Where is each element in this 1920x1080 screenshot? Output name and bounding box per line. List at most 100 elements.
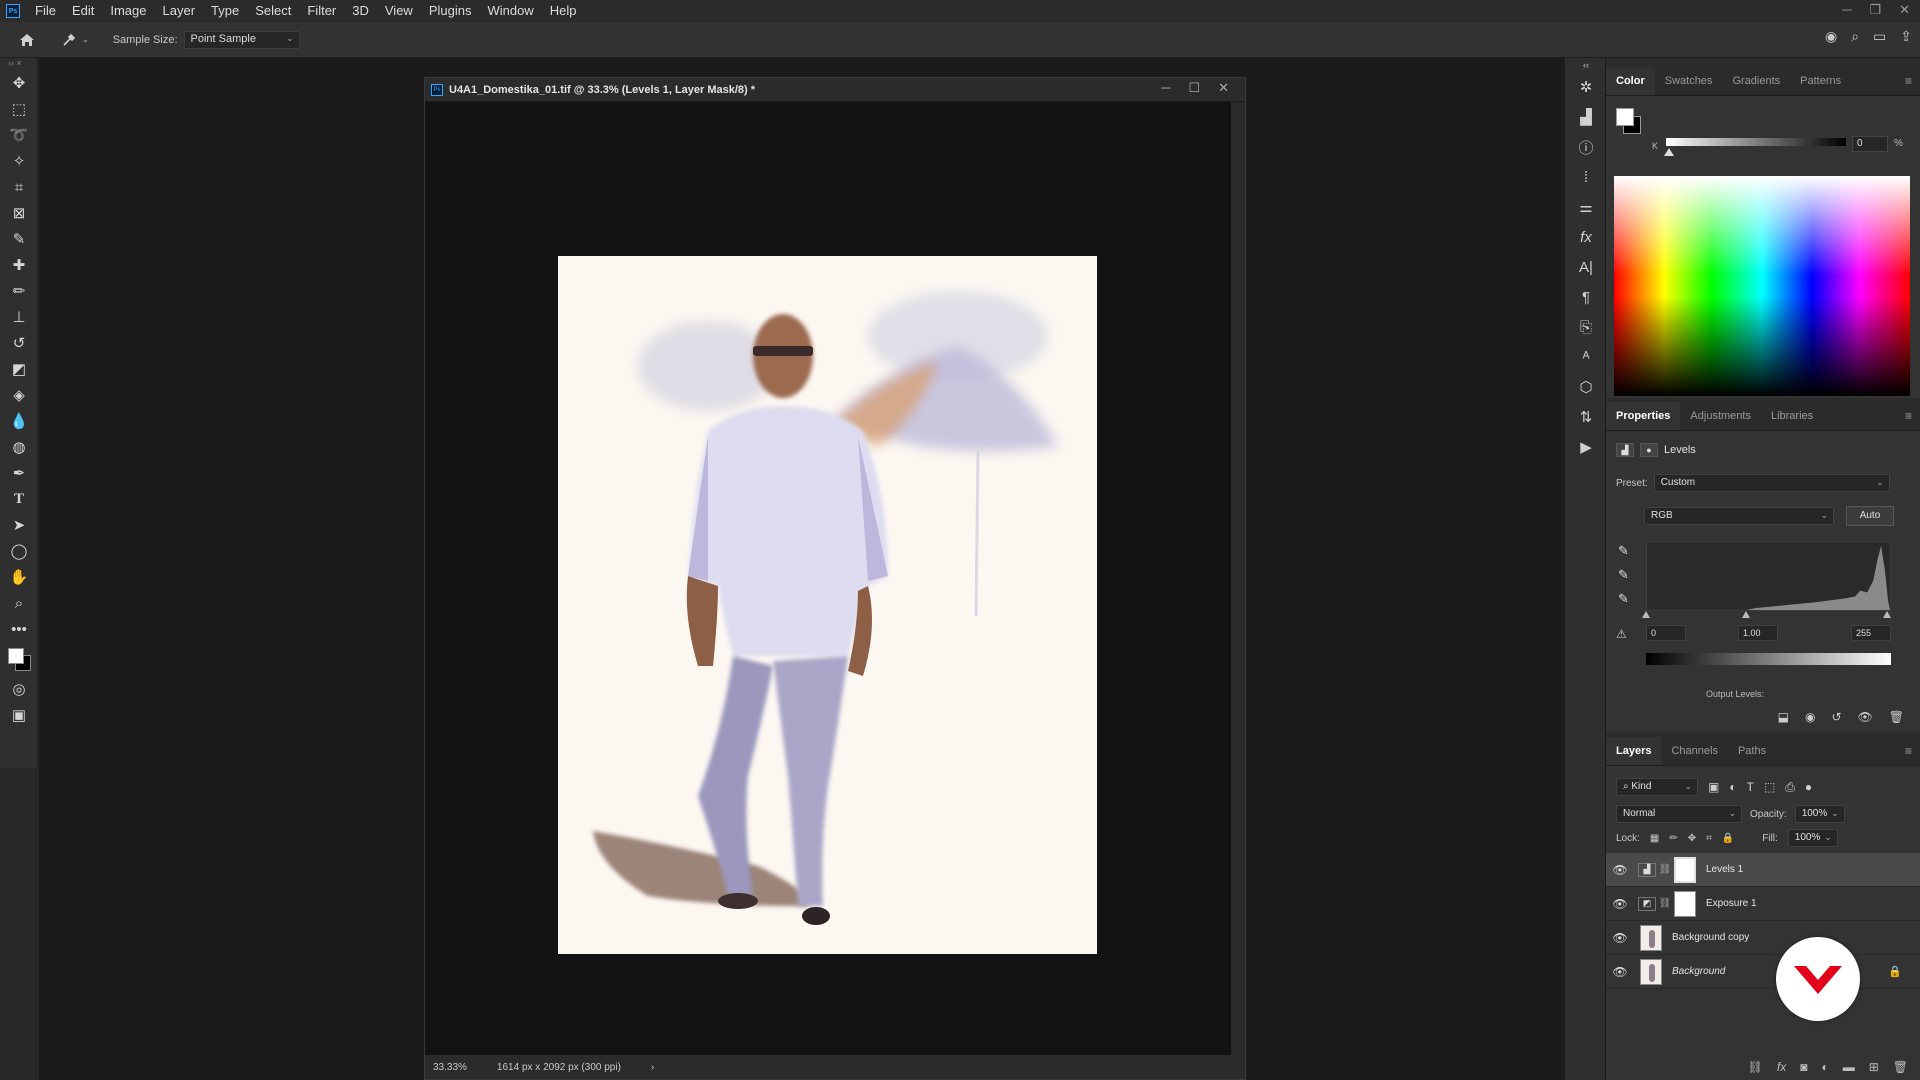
white-input-thumb[interactable] — [1883, 611, 1891, 618]
styles-fx-icon[interactable]: fx — [1565, 222, 1607, 252]
home-icon[interactable] — [12, 25, 42, 55]
quick-mask-icon[interactable]: ◎ — [0, 676, 38, 702]
menu-file[interactable]: File — [27, 0, 64, 22]
foreground-background-colors[interactable] — [0, 642, 38, 676]
chevron-right-icon[interactable]: › — [651, 1062, 654, 1073]
collapse-panels-icon[interactable]: ‹‹ — [1565, 58, 1607, 72]
layer-mask-thumbnail[interactable] — [1674, 890, 1696, 917]
output-levels-gradient[interactable] — [1646, 653, 1891, 665]
blur-tool-icon[interactable]: 💧 — [0, 408, 38, 434]
menu-window[interactable]: Window — [479, 0, 541, 22]
layer-mask-thumbnail[interactable] — [1674, 856, 1696, 883]
sample-size-select[interactable]: Point Sample ⌄ — [183, 30, 300, 49]
menu-filter[interactable]: Filter — [299, 0, 344, 22]
white-point-eyedropper-icon[interactable]: ✎ — [1618, 591, 1629, 607]
crop-tool-icon[interactable]: ⌗ — [0, 174, 38, 200]
input-gamma-field[interactable]: 1.00 — [1738, 625, 1778, 641]
stamp-tool-icon[interactable]: ⊥ — [0, 304, 38, 330]
link-chain-icon[interactable]: ⛓ — [1658, 898, 1672, 909]
k-value-field[interactable]: 0 — [1852, 136, 1888, 152]
layer-style-fx-icon[interactable]: fx — [1777, 1060, 1786, 1074]
foreground-color-swatch[interactable] — [8, 648, 24, 664]
menu-layer[interactable]: Layer — [155, 0, 204, 22]
search-icon[interactable]: ⌕ — [1851, 28, 1859, 45]
layer-name[interactable]: Background copy — [1672, 932, 1749, 943]
screen-mode-icon[interactable]: ▣ — [0, 702, 38, 728]
new-group-icon[interactable]: ▬ — [1843, 1060, 1855, 1074]
k-slider-thumb[interactable] — [1664, 148, 1674, 156]
path-selection-tool-icon[interactable]: ➤ — [0, 512, 38, 538]
history-brush-tool-icon[interactable]: ↺ — [0, 330, 38, 356]
link-chain-icon[interactable]: ⛓ — [1658, 864, 1672, 875]
close-icon[interactable]: ✕ — [1899, 0, 1910, 20]
3d-cube-icon[interactable]: ⬡ — [1565, 372, 1607, 402]
tab-layers[interactable]: Layers — [1606, 737, 1662, 765]
menu-view[interactable]: View — [377, 0, 421, 22]
trash-icon[interactable]: 🗑 — [1889, 710, 1904, 724]
tab-paths[interactable]: Paths — [1728, 737, 1776, 765]
maximize-icon[interactable]: ☐ — [1188, 80, 1200, 96]
tab-gradients[interactable]: Gradients — [1722, 67, 1790, 95]
link-layers-icon[interactable]: ⛓ — [1748, 1060, 1763, 1074]
view-previous-icon[interactable]: ◉ — [1805, 710, 1815, 724]
hand-tool-icon[interactable]: ✋ — [0, 564, 38, 590]
lock-pixels-icon[interactable]: ✏ — [1669, 833, 1677, 844]
menu-image[interactable]: Image — [102, 0, 154, 22]
black-point-eyedropper-icon[interactable]: ✎ — [1618, 543, 1629, 559]
delete-layer-icon[interactable]: 🗑 — [1893, 1060, 1908, 1074]
filter-type-icon[interactable]: T — [1747, 780, 1754, 794]
tab-adjustments[interactable]: Adjustments — [1680, 402, 1761, 430]
tab-properties[interactable]: Properties — [1606, 402, 1681, 430]
visibility-eye-icon[interactable]: 👁 — [1606, 931, 1634, 945]
auto-button[interactable]: Auto — [1846, 506, 1894, 526]
filter-adjustment-icon[interactable]: ◐ — [1729, 780, 1736, 794]
menu-type[interactable]: Type — [203, 0, 247, 22]
watercolor-artwork[interactable] — [558, 256, 1097, 954]
panel-menu-icon[interactable]: ≡ — [1905, 409, 1912, 423]
visibility-eye-icon[interactable]: 👁 — [1606, 897, 1634, 911]
visibility-eye-icon[interactable]: 👁 — [1606, 965, 1634, 979]
actions-play-icon[interactable]: ▶ — [1565, 432, 1607, 462]
navigator-icon[interactable]: ✲ — [1565, 72, 1607, 102]
zoom-tool-icon[interactable]: ⌕ — [0, 590, 38, 616]
type-tool-icon[interactable]: T — [0, 486, 38, 512]
panel-grip[interactable]: ›› × — [0, 58, 37, 70]
input-white-field[interactable]: 255 — [1851, 625, 1891, 641]
clipping-warning-icon[interactable]: ⚠ — [1616, 627, 1627, 641]
fill-field[interactable]: 100% ⌄ — [1787, 829, 1838, 847]
color-panel-swatches[interactable] — [1616, 108, 1646, 138]
restore-icon[interactable]: ❐ — [1869, 0, 1881, 20]
levels-icon[interactable]: ▟ — [1616, 443, 1634, 457]
paragraph-icon[interactable]: ¶ — [1565, 282, 1607, 312]
color-spectrum[interactable] — [1614, 176, 1910, 396]
lock-position-icon[interactable]: ✥ — [1688, 833, 1696, 844]
menu-help[interactable]: Help — [542, 0, 585, 22]
layer-row-exposure-1[interactable]: 👁 ◩ ⛓ Exposure 1 — [1606, 887, 1920, 921]
layer-row-background[interactable]: 👁 Background 🔒 — [1606, 955, 1920, 989]
tab-patterns[interactable]: Patterns — [1790, 67, 1851, 95]
input-black-field[interactable]: 0 — [1646, 625, 1686, 641]
adjustments-sliders-icon[interactable]: ⚌ — [1565, 192, 1607, 222]
lasso-tool-icon[interactable]: ➰ — [0, 122, 38, 148]
new-layer-icon[interactable]: ⊞ — [1869, 1060, 1879, 1074]
tool-preset-picker[interactable]: ⌄ — [62, 33, 89, 47]
lock-all-icon[interactable]: 🔒 — [1722, 833, 1734, 844]
mask-icon[interactable]: ● — [1640, 443, 1658, 457]
filter-shape-icon[interactable]: ⬚ — [1764, 780, 1775, 794]
paint-bucket-tool-icon[interactable]: ◈ — [0, 382, 38, 408]
timeline-icon[interactable]: ⇅ — [1565, 402, 1607, 432]
menu-3d[interactable]: 3D — [344, 0, 377, 22]
filter-toggle-icon[interactable]: ● — [1805, 780, 1812, 794]
input-level-sliders[interactable] — [1642, 611, 1891, 619]
clip-to-layer-icon[interactable]: ⬓ — [1778, 710, 1789, 724]
tab-libraries[interactable]: Libraries — [1761, 402, 1823, 430]
document-canvas[interactable] — [425, 102, 1231, 1057]
minimize-icon[interactable]: ─ — [1842, 0, 1851, 20]
new-adjustment-layer-icon[interactable]: ◐ — [1821, 1060, 1828, 1074]
channel-select[interactable]: RGB ⌄ — [1644, 507, 1834, 525]
lock-transparent-icon[interactable]: ▦ — [1650, 833, 1659, 844]
panel-menu-icon[interactable]: ≡ — [1905, 744, 1912, 758]
lock-icon[interactable]: 🔒 — [1888, 965, 1902, 978]
blend-mode-select[interactable]: Normal ⌄ — [1616, 805, 1742, 823]
black-input-thumb[interactable] — [1642, 611, 1650, 618]
